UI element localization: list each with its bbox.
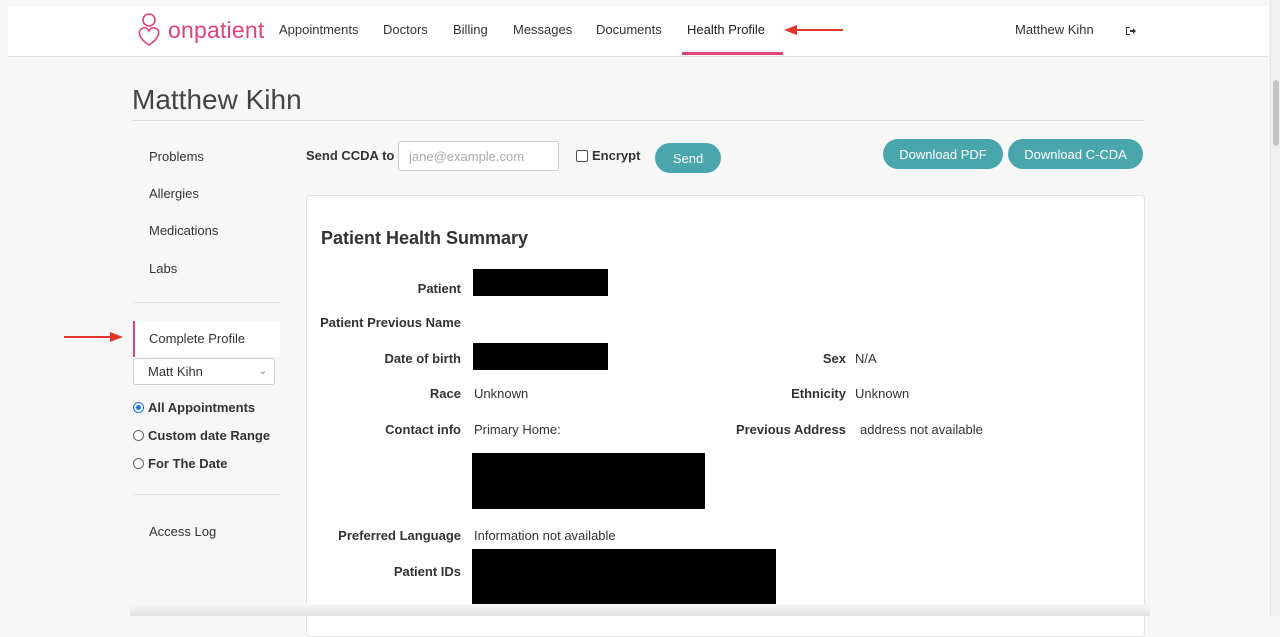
brand-logo[interactable]: onpatient bbox=[134, 12, 264, 48]
brand-name: onpatient bbox=[168, 16, 265, 43]
sidebar-item-medications[interactable]: Medications bbox=[149, 223, 218, 238]
sidebar-item-complete-profile[interactable]: Complete Profile bbox=[133, 321, 280, 357]
nav-appointments[interactable]: Appointments bbox=[279, 6, 359, 54]
radio-unselected-icon bbox=[133, 430, 144, 441]
sidebar-item-access-log[interactable]: Access Log bbox=[149, 524, 216, 539]
nav-documents[interactable]: Documents bbox=[596, 6, 662, 54]
annotation-arrow-icon bbox=[64, 332, 123, 342]
redacted-patient-ids bbox=[472, 549, 776, 610]
page-title: Matthew Kihn bbox=[132, 84, 302, 115]
download-ccda-button[interactable]: Download C-CDA bbox=[1008, 139, 1143, 169]
redacted-dob bbox=[473, 343, 608, 370]
top-navbar: onpatient Appointments Doctors Billing M… bbox=[8, 6, 1268, 57]
scrollbar-thumb[interactable] bbox=[1273, 80, 1279, 146]
radio-custom-date-range[interactable]: Custom date Range bbox=[133, 428, 270, 443]
contact-label: Contact info bbox=[385, 422, 461, 437]
previous-address-value: address not available bbox=[860, 422, 983, 437]
sex-label: Sex bbox=[822, 351, 846, 366]
send-ccda-label: Send CCDA to bbox=[306, 148, 395, 163]
annotation-arrow-icon bbox=[784, 25, 843, 35]
sex-value: N/A bbox=[855, 351, 877, 366]
page-scrollbar[interactable] bbox=[1270, 0, 1280, 616]
chevron-down-icon: ⌄ bbox=[258, 366, 267, 377]
radio-all-appointments[interactable]: All Appointments bbox=[133, 400, 255, 415]
dob-label: Date of birth bbox=[384, 351, 461, 366]
active-tab-indicator bbox=[682, 52, 783, 55]
nav-messages[interactable]: Messages bbox=[513, 6, 572, 54]
checkbox-icon bbox=[576, 149, 588, 162]
summary-title: Patient Health Summary bbox=[321, 228, 529, 248]
encrypt-label: Encrypt bbox=[592, 148, 641, 163]
patient-select[interactable]: Matt Kihn ⌄ bbox=[133, 358, 275, 385]
radio-unselected-icon bbox=[133, 458, 144, 469]
language-label: Preferred Language bbox=[338, 528, 461, 543]
bottom-shadow bbox=[130, 604, 1150, 616]
race-label: Race bbox=[429, 386, 461, 401]
ccda-email-input[interactable] bbox=[398, 141, 559, 171]
previous-name-label: Patient Previous Name bbox=[320, 315, 461, 330]
nav-doctors[interactable]: Doctors bbox=[383, 6, 428, 54]
ethnicity-label: Ethnicity bbox=[791, 386, 846, 401]
radio-label: Custom date Range bbox=[148, 428, 271, 443]
radio-selected-icon bbox=[133, 402, 144, 413]
nav-health-profile[interactable]: Health Profile bbox=[687, 6, 765, 54]
redacted-patient-name bbox=[473, 269, 608, 296]
sidebar-divider bbox=[134, 494, 280, 495]
sidebar-item-allergies[interactable]: Allergies bbox=[149, 186, 199, 201]
redacted-contact-info bbox=[472, 453, 705, 509]
radio-for-the-date[interactable]: For The Date bbox=[133, 456, 227, 471]
contact-value: Primary Home: bbox=[474, 422, 561, 437]
patient-select-value: Matt Kihn bbox=[148, 364, 203, 379]
send-button[interactable]: Send bbox=[655, 143, 721, 173]
ethnicity-value: Unknown bbox=[855, 386, 910, 401]
download-pdf-button[interactable]: Download PDF bbox=[883, 139, 1003, 169]
race-value: Unknown bbox=[474, 386, 529, 401]
encrypt-checkbox[interactable]: Encrypt bbox=[576, 148, 640, 163]
patient-label: Patient bbox=[417, 281, 461, 296]
radio-label: All Appointments bbox=[148, 400, 256, 415]
patient-ids-label: Patient IDs bbox=[393, 564, 461, 579]
sidebar-item-labs[interactable]: Labs bbox=[149, 261, 177, 276]
previous-address-label: Previous Address bbox=[735, 422, 846, 437]
title-divider bbox=[132, 120, 1144, 121]
sidebar-item-problems[interactable]: Problems bbox=[149, 149, 204, 164]
radio-label: For The Date bbox=[148, 456, 228, 471]
sidebar-divider bbox=[134, 302, 280, 303]
onpatient-logo-icon bbox=[138, 13, 160, 46]
language-value: Information not available bbox=[474, 528, 616, 543]
logout-icon[interactable] bbox=[1125, 24, 1137, 42]
nav-billing[interactable]: Billing bbox=[453, 6, 488, 54]
user-name-link[interactable]: Matthew Kihn bbox=[1015, 6, 1094, 54]
